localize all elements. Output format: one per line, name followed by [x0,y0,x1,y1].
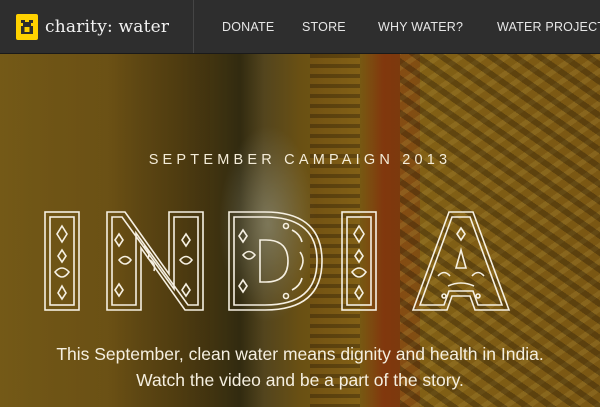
brand-name: charity: water [45,16,170,37]
letter-d [228,211,323,311]
top-navigation-bar: charity: water DONATE STORE WHY WATER? W… [0,0,600,54]
charity-water-logo[interactable]: charity: water [0,0,194,53]
nav-links: DONATE STORE WHY WATER? WATER PROJECTS [194,0,600,53]
jerrycan-icon [16,13,38,40]
letter-i [44,211,80,311]
nav-link-water-projects[interactable]: WATER PROJECTS [497,20,600,34]
letter-n [106,211,204,311]
nav-link-donate[interactable]: DONATE [222,20,274,34]
letter-a [411,211,511,311]
hero-tagline-line-1: This September, clean water means dignit… [56,344,544,364]
nav-link-store[interactable]: STORE [302,20,346,34]
hero-banner: SEPTEMBER CAMPAIGN 2013 This September, … [0,54,600,407]
hero-tagline-line-2: Watch the video and be a part of the sto… [136,370,464,390]
nav-link-why-water[interactable]: WHY WATER? [378,20,463,34]
letter-i [341,211,377,311]
